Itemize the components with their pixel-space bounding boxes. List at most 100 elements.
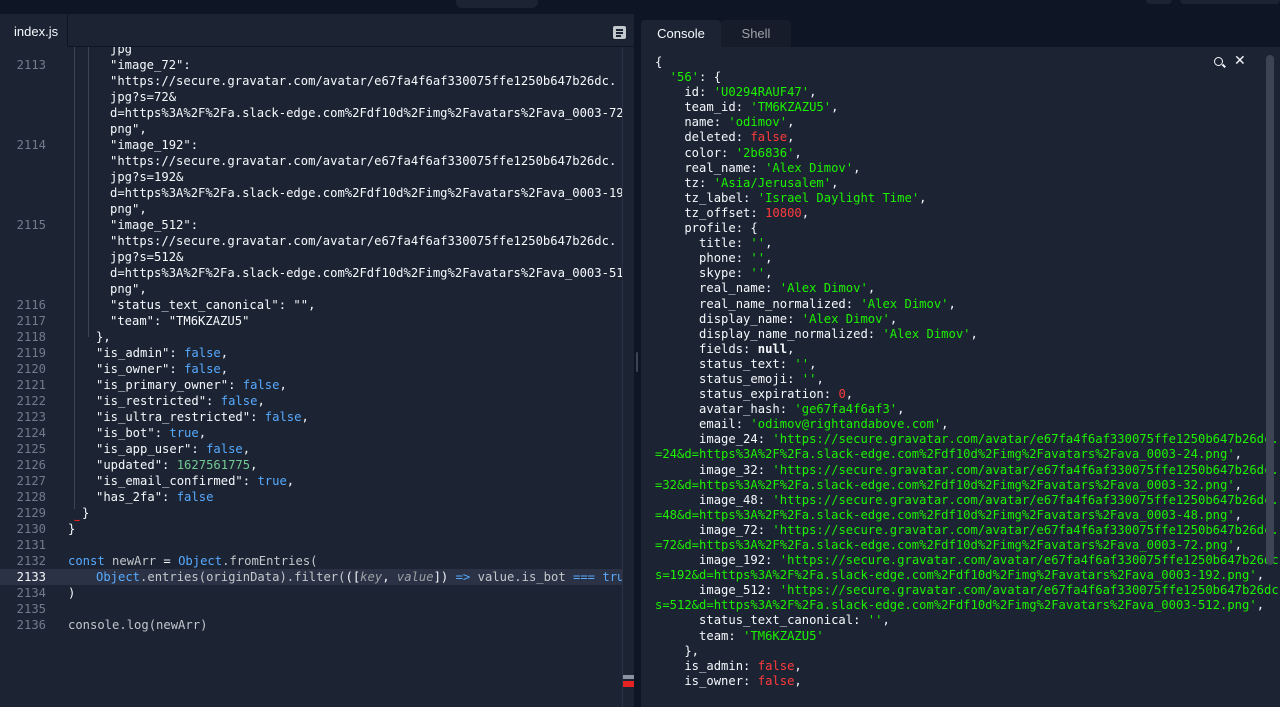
console-token: , (919, 190, 927, 205)
code-token: .entries(originData).filter( (140, 570, 346, 584)
code-line[interactable]: 2133 Object.entries(originData).filter(([… (0, 569, 622, 585)
line-number: 2136 (16, 618, 46, 632)
code-line[interactable]: 2128 "has_2fa": false (0, 489, 622, 505)
code-line[interactable]: jpg?s=512& (0, 249, 622, 265)
code-token: , (220, 362, 229, 376)
code-line[interactable]: 2122 "is_restricted": false, (0, 393, 622, 409)
console-token: , (1234, 507, 1243, 522)
code-line[interactable]: jpg (0, 47, 622, 57)
code-line[interactable]: d=https%3A%2F%2Fa.slack-edge.com%2Fdf10d… (0, 265, 622, 281)
code-line[interactable]: jpg?s=72& (0, 89, 622, 105)
code-line[interactable]: 2119 "is_admin": false, (0, 345, 622, 361)
code-token: , (250, 458, 258, 472)
code-token: "is_ultra_restricted": (96, 410, 265, 424)
console-token: 'odimov@rightandabove.com' (750, 417, 942, 432)
console-line: real_name: 'Alex Dimov', (655, 281, 1265, 296)
console-token: status_text_canonical: (655, 613, 868, 628)
console-token: , (809, 85, 817, 100)
line-number: 2118 (16, 330, 46, 344)
code-line[interactable]: 2126 "updated": 1627561775, (0, 457, 622, 473)
top-control[interactable] (456, 0, 538, 8)
code-text: jpg?s=512& (110, 249, 183, 265)
code-line[interactable]: jpg?s=192& (0, 169, 622, 185)
code-token: ] (433, 570, 441, 584)
code-line[interactable]: 2129} (0, 505, 622, 521)
code-token: "is_email_confirmed": (96, 474, 258, 488)
console-scrollbar[interactable] (1266, 55, 1274, 565)
code-line[interactable]: 2125 "is_app_user": false, (0, 441, 622, 457)
code-token: "updated": (96, 458, 177, 472)
editor-scrollbar[interactable] (622, 47, 634, 707)
code-token: "image_72": (110, 58, 199, 72)
code-token: Object (96, 570, 141, 584)
console-token: image_24: (655, 432, 773, 447)
line-number: 2124 (16, 426, 46, 440)
code-line[interactable]: d=https%3A%2F%2Fa.slack-edge.com%2Fdf10d… (0, 105, 622, 121)
console-token: 'Alex Dimov' (860, 296, 949, 311)
tab-console[interactable]: Console (641, 20, 721, 47)
code-token: = (156, 554, 179, 568)
code-line[interactable]: "https://secure.gravatar.com/avatar/e67f… (0, 73, 622, 89)
console-token: , (816, 371, 824, 386)
console-token: name: (655, 115, 729, 130)
code-line[interactable]: 2120 "is_owner": false, (0, 361, 622, 377)
code-token: jpg?s=72& (110, 90, 177, 104)
console-output-area: ✕ { '56': { id: 'U0294RAUF47', team_id: … (641, 47, 1280, 707)
code-text: ) (68, 585, 75, 601)
console-line: deleted: false, (655, 130, 1265, 145)
line-number: 2116 (16, 298, 46, 312)
code-line[interactable]: 2124 "is_bot": true, (0, 425, 622, 441)
code-line[interactable]: 2114 "image_192": (0, 137, 622, 153)
code-line[interactable]: d=https%3A%2F%2Fa.slack-edge.com%2Fdf10d… (0, 185, 622, 201)
code-line[interactable]: 2130} (0, 521, 622, 537)
code-line[interactable]: 2113 "image_72": (0, 57, 622, 73)
code-line[interactable]: 2118}, (0, 329, 622, 345)
line-number: 2125 (16, 442, 46, 456)
console-token: , (882, 613, 890, 628)
console-line: real_name_normalized: 'Alex Dimov', (655, 297, 1265, 312)
code-line[interactable]: 2117 "team": "TM6KZAZU5" (0, 313, 622, 329)
code-editor[interactable]: jpg 2113 "image_72": "https://secure.grava… (0, 47, 622, 693)
line-number: 2134 (16, 586, 46, 600)
line-number: 2129 (16, 506, 46, 520)
console-line: tz_label: 'Israel Daylight Time', (655, 191, 1265, 206)
code-token: false (184, 346, 221, 360)
code-line[interactable]: 2123 "is_ultra_restricted": false, (0, 409, 622, 425)
code-line[interactable]: 2136 console.log(newArr) (0, 617, 622, 633)
top-control-small[interactable] (1146, 0, 1172, 4)
top-control-right[interactable] (1180, 0, 1280, 4)
line-number: 2131 (16, 538, 46, 552)
code-token: }, (96, 330, 111, 344)
editor-horizontal-scroll[interactable] (0, 693, 622, 707)
code-token: , (279, 378, 287, 392)
code-line[interactable]: 2135 (0, 601, 622, 617)
code-line[interactable]: "https://secure.gravatar.com/avatar/e67f… (0, 153, 622, 169)
line-number: 2114 (16, 138, 46, 152)
code-token: false (264, 410, 302, 424)
code-token: true (602, 570, 622, 584)
tab-shell[interactable]: Shell (721, 20, 791, 47)
console-token: 'Alex Dimov' (779, 281, 868, 296)
code-text: "is_app_user": false, (96, 441, 250, 457)
code-token: } (82, 506, 90, 520)
code-line[interactable]: png", (0, 281, 622, 297)
pane-menu-icon[interactable] (613, 26, 626, 39)
code-line[interactable]: 2131 (0, 537, 622, 553)
code-line[interactable]: 2115 "image_512": (0, 217, 622, 233)
code-line[interactable]: 2127 "is_email_confirmed": true, (0, 473, 622, 489)
console-token: display_name_normalized: (655, 326, 883, 341)
code-line[interactable]: 2121 "is_primary_owner": false, (0, 377, 622, 393)
code-line[interactable]: 2116 "status_text_canonical": "", (0, 297, 622, 313)
code-line[interactable]: 2132 const newArr = Object.fromEntries( (0, 553, 622, 569)
code-token: value (396, 570, 434, 584)
indent-guide (74, 47, 75, 509)
code-line[interactable]: png", (0, 121, 622, 137)
code-line[interactable]: png", (0, 201, 622, 217)
code-line[interactable]: 2134) (0, 585, 622, 601)
tab-index-js[interactable]: index.js (0, 14, 68, 47)
resize-handle[interactable] (636, 352, 638, 372)
code-token: "is_primary_owner": (96, 378, 243, 392)
pane-divider[interactable] (634, 14, 641, 707)
code-line[interactable]: "https://secure.gravatar.com/avatar/e67f… (0, 233, 622, 249)
console-log: { '56': { id: 'U0294RAUF47', team_id: 'T… (655, 55, 1280, 689)
